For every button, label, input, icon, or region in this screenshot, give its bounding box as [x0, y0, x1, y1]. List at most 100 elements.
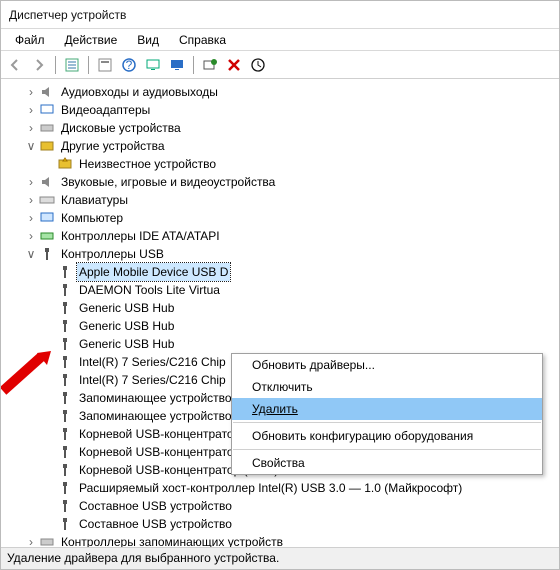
show-list-button[interactable] [62, 55, 82, 75]
node-label: Дисковые устройства [59, 119, 183, 137]
computer-icon [39, 210, 55, 226]
usb-icon [57, 282, 73, 298]
collapse-icon: › [25, 230, 37, 242]
menu-separator [233, 449, 541, 450]
node-label: Generic USB Hub [77, 317, 176, 335]
forward-button[interactable] [29, 55, 49, 75]
node-label: Составное USB устройство [77, 515, 234, 533]
list-icon [64, 57, 80, 73]
tree-node-usb-child[interactable]: .Generic USB Hub [7, 317, 557, 335]
node-label: Звуковые, игровые и видеоустройства [59, 173, 277, 191]
scan-icon [202, 57, 218, 73]
usb-icon [57, 444, 73, 460]
status-bar: Удаление драйвера для выбранного устройс… [1, 547, 559, 569]
tree-node-usb-child[interactable]: .Generic USB Hub [7, 335, 557, 353]
usb-icon [57, 462, 73, 478]
usb-icon [57, 264, 73, 280]
tree-node-usb-child[interactable]: .DAEMON Tools Lite Virtua [7, 281, 557, 299]
usb-icon [57, 480, 73, 496]
properties-button[interactable] [95, 55, 115, 75]
node-label: Составное USB устройство [77, 497, 234, 515]
menu-action[interactable]: Действие [55, 31, 128, 48]
title-text: Диспетчер устройств [9, 8, 126, 22]
tree-node-usb[interactable]: ∨ Контроллеры USB [7, 245, 557, 263]
device-tree[interactable]: › Аудиовходы и аудиовыходы › Видеоадапте… [1, 79, 559, 549]
node-label: Компьютер [59, 209, 125, 227]
other-icon [39, 138, 55, 154]
tree-node-apple-mobile[interactable]: . Apple Mobile Device USB D [7, 263, 557, 281]
drive-icon [39, 120, 55, 136]
tree-node-keyboard[interactable]: › Клавиатуры [7, 191, 557, 209]
window-title: Диспетчер устройств [1, 1, 559, 29]
back-button[interactable] [5, 55, 25, 75]
expand-icon: ∨ [25, 248, 37, 260]
ctx-delete[interactable]: Удалить [232, 398, 542, 420]
node-label: Контроллеры USB [59, 245, 166, 263]
help-button[interactable]: ? [119, 55, 139, 75]
node-label: Generic USB Hub [77, 335, 176, 353]
tree-node-ide[interactable]: › Контроллеры IDE ATA/ATAPI [7, 227, 557, 245]
collapse-icon: › [25, 104, 37, 116]
expand-icon: ∨ [25, 140, 37, 152]
usb-icon [57, 516, 73, 532]
collapse-icon: › [25, 176, 37, 188]
tree-node-other[interactable]: ∨ Другие устройства [7, 137, 557, 155]
monitor-button[interactable] [143, 55, 163, 75]
delete-button[interactable] [224, 55, 244, 75]
node-label: Generic USB Hub [77, 299, 176, 317]
tree-node-usb-child[interactable]: .Generic USB Hub [7, 299, 557, 317]
usb-icon [57, 498, 73, 514]
node-label: Расширяемый хост-контроллер Intel(R) USB… [77, 479, 464, 497]
ctx-update-drivers[interactable]: Обновить драйверы... [232, 354, 542, 376]
monitor-blue-icon [169, 57, 185, 73]
menu-bar: Файл Действие Вид Справка [1, 29, 559, 51]
warning-icon [57, 156, 73, 172]
tree-node-computer[interactable]: › Компьютер [7, 209, 557, 227]
menu-separator [233, 422, 541, 423]
keyboard-icon [39, 192, 55, 208]
usb-icon [57, 354, 73, 370]
speaker-icon [39, 84, 55, 100]
help-icon: ? [121, 57, 137, 73]
display-icon [39, 102, 55, 118]
tree-node-video[interactable]: › Видеоадаптеры [7, 101, 557, 119]
tree-node-disk[interactable]: › Дисковые устройства [7, 119, 557, 137]
node-label: Apple Mobile Device USB D [77, 263, 230, 281]
usb-icon [57, 426, 73, 442]
tree-node-unknown[interactable]: . Неизвестное устройство [7, 155, 557, 173]
toolbar: ? [1, 51, 559, 79]
node-label: Видеоадаптеры [59, 101, 152, 119]
node-label: Корневой USB-концентратор [77, 425, 242, 443]
usb-icon [57, 336, 73, 352]
update-button[interactable] [248, 55, 268, 75]
update-icon [250, 57, 266, 73]
usb-icon [57, 300, 73, 316]
ctx-disable[interactable]: Отключить [232, 376, 542, 398]
node-label: Другие устройства [59, 137, 167, 155]
tree-node-sound[interactable]: › Звуковые, игровые и видеоустройства [7, 173, 557, 191]
separator [88, 56, 89, 74]
menu-help[interactable]: Справка [169, 31, 236, 48]
node-label: Неизвестное устройство [77, 155, 218, 173]
collapse-icon: › [25, 212, 37, 224]
monitor2-button[interactable] [167, 55, 187, 75]
ctx-scan-hw[interactable]: Обновить конфигурацию оборудования [232, 425, 542, 447]
delete-icon [226, 57, 242, 73]
ctx-properties[interactable]: Свойства [232, 452, 542, 474]
props-icon [97, 57, 113, 73]
collapse-icon: › [25, 194, 37, 206]
annotation-arrow-left [1, 351, 53, 398]
back-icon [7, 57, 23, 73]
usb-icon [57, 318, 73, 334]
separator [55, 56, 56, 74]
menu-file[interactable]: Файл [5, 31, 55, 48]
tree-node-usb-child[interactable]: .Составное USB устройство [7, 497, 557, 515]
menu-view[interactable]: Вид [127, 31, 169, 48]
collapse-icon: › [25, 86, 37, 98]
tree-node-usb-child[interactable]: .Составное USB устройство [7, 515, 557, 533]
usb-icon [39, 246, 55, 262]
scan-hw-button[interactable] [200, 55, 220, 75]
tree-node-audio[interactable]: › Аудиовходы и аудиовыходы [7, 83, 557, 101]
collapse-icon: › [25, 122, 37, 134]
tree-node-usb-child[interactable]: .Расширяемый хост-контроллер Intel(R) US… [7, 479, 557, 497]
